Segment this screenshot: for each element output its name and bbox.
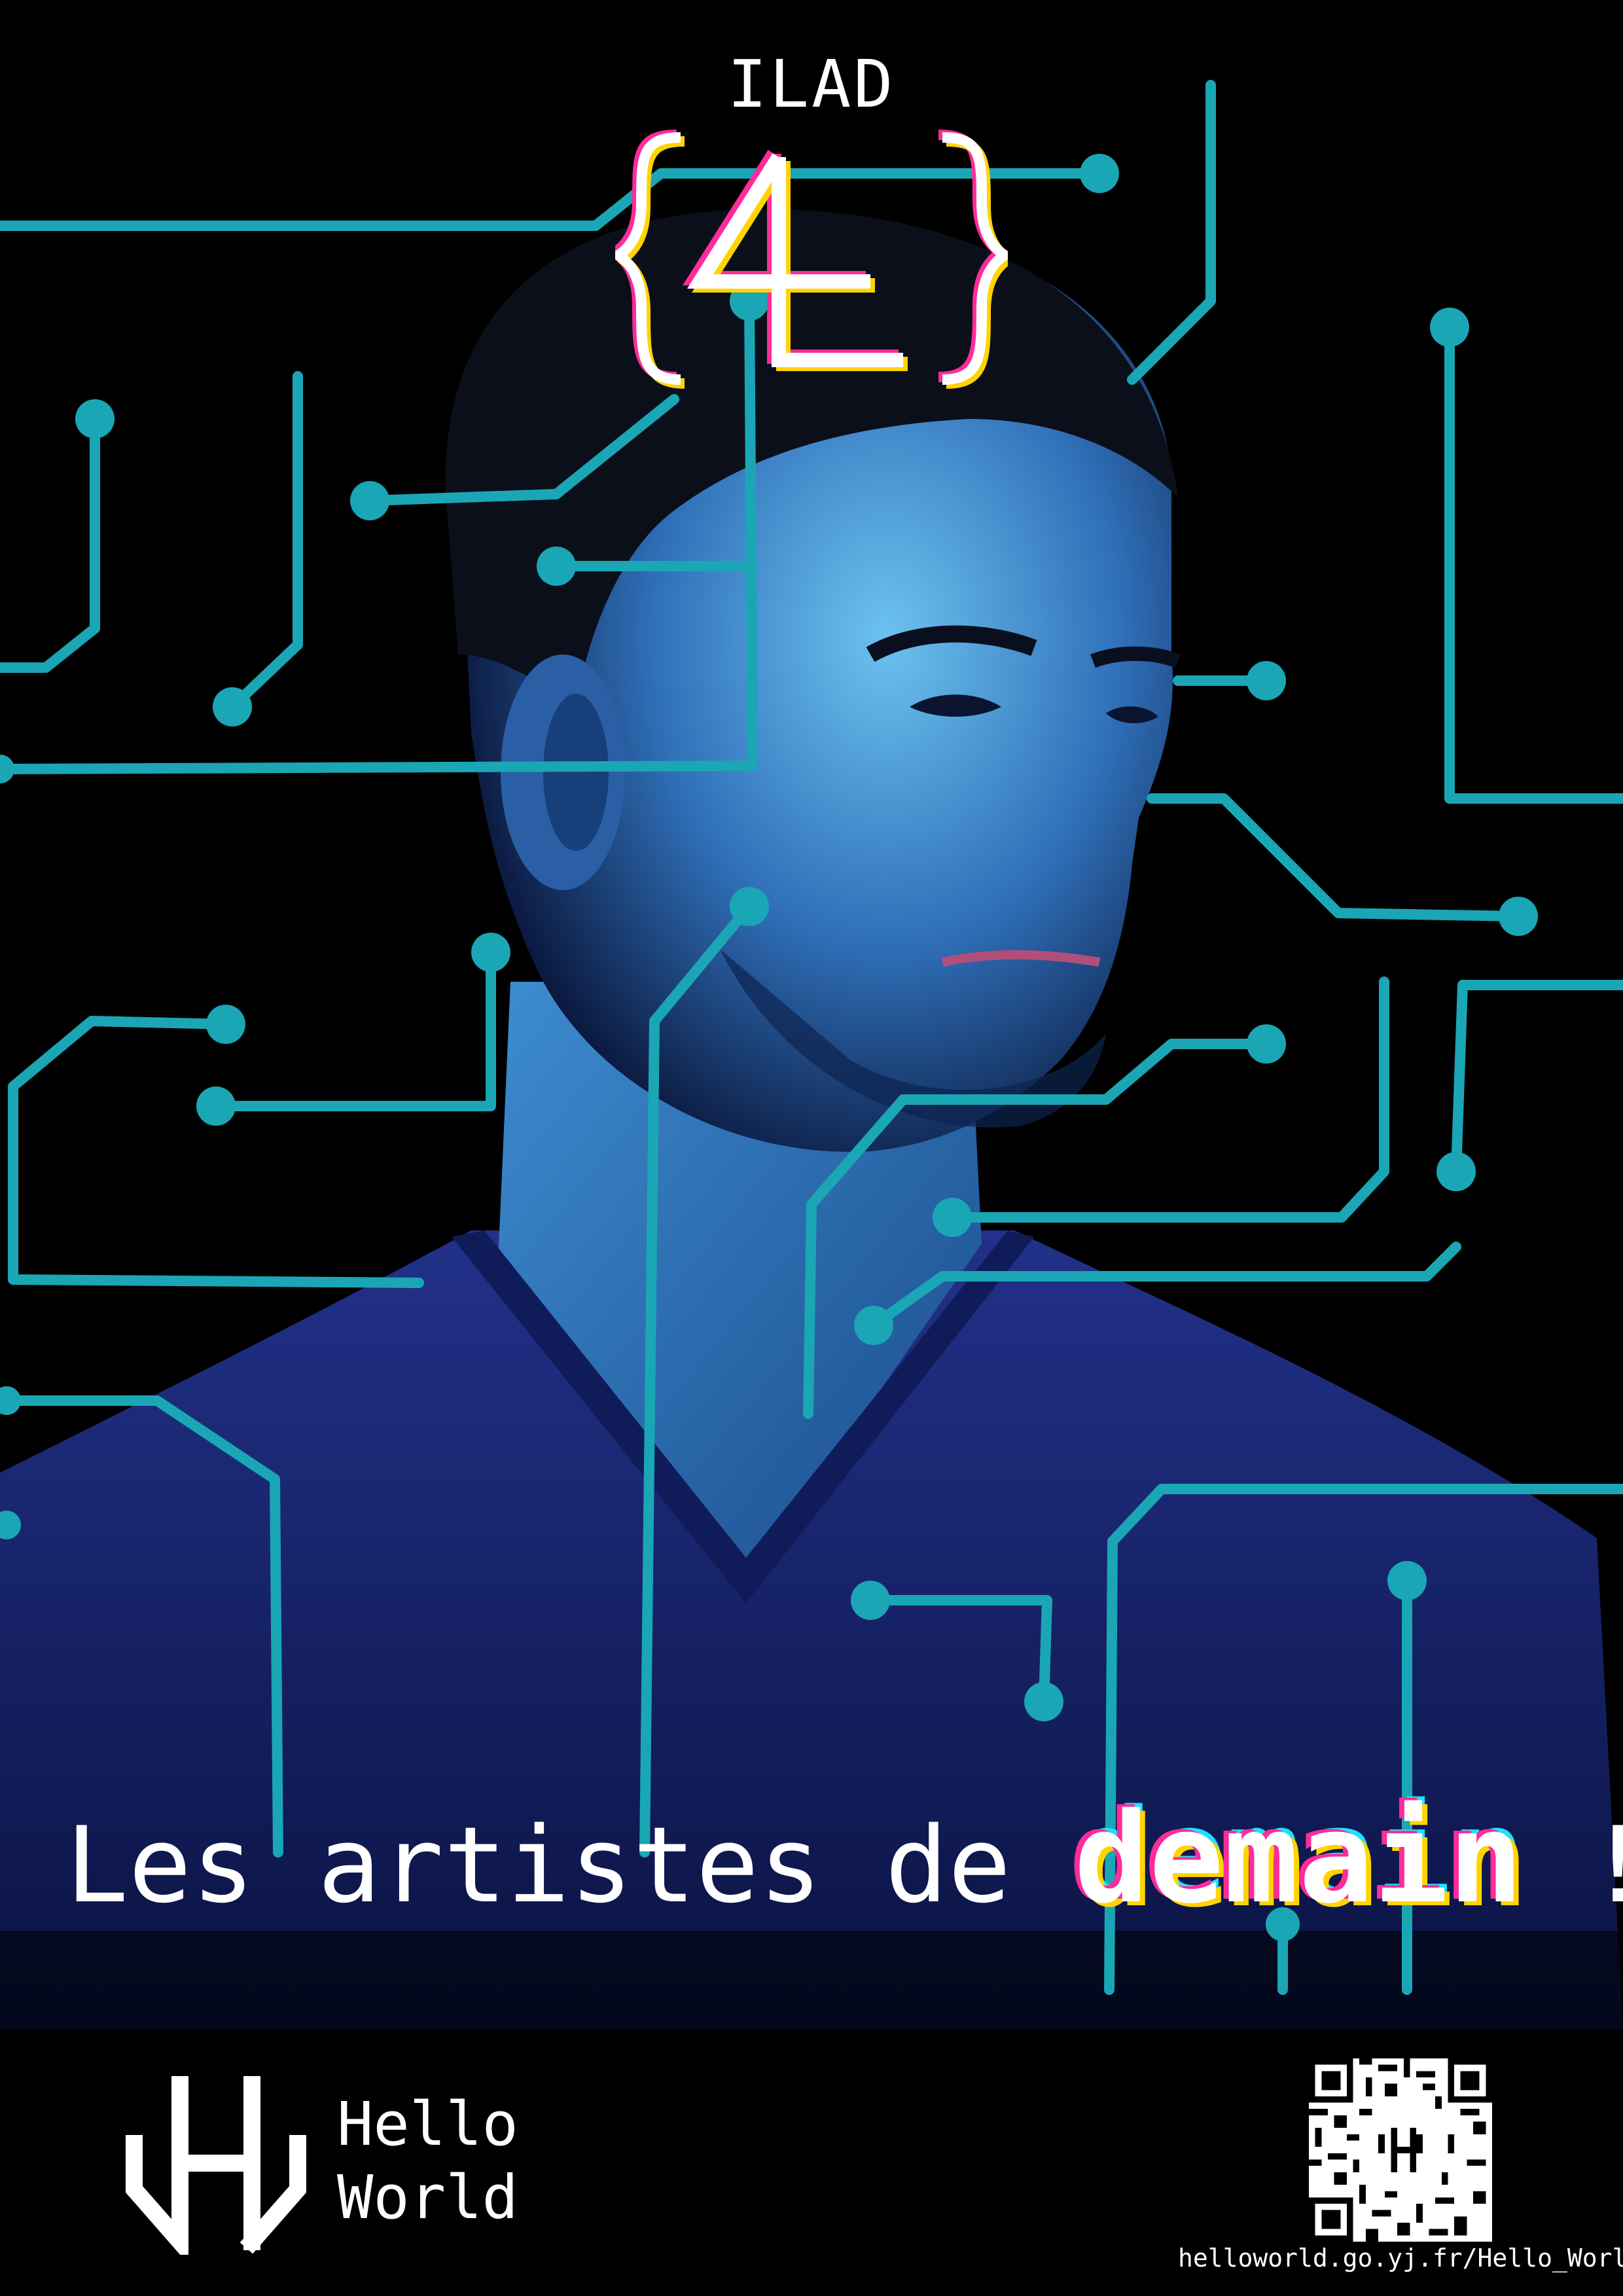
tagline: Les artistes de demain !: [65, 1793, 1623, 1927]
ilad-logo: ILAD: [615, 39, 1008, 389]
tagline-before: Les artistes de: [65, 1804, 1075, 1926]
qr-code-icon[interactable]: [1309, 2058, 1492, 2242]
logo-top-text: ILAD: [727, 46, 896, 122]
poster: ILAD Les artistes de demain !: [0, 0, 1623, 2296]
braces-4l-logo-icon: [615, 130, 1008, 389]
tagline-after: !: [1524, 1804, 1623, 1926]
tagline-highlight: demain: [1074, 1786, 1524, 1931]
brand-name-line2: World: [337, 2162, 518, 2233]
qr-url[interactable]: helloworld.go.yj.fr/Hello_World: [1178, 2244, 1623, 2272]
hello-world-logo-icon: [126, 2076, 306, 2255]
brand-name: Hello World: [337, 2088, 518, 2234]
brand-name-line1: Hello: [337, 2089, 518, 2159]
